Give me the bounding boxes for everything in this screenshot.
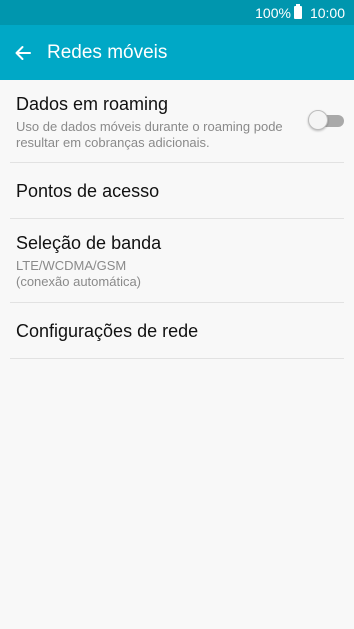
roaming-toggle[interactable]	[308, 110, 344, 132]
battery-percent: 100%	[255, 4, 291, 21]
settings-list: Dados em roaming Uso de dados móveis dur…	[0, 80, 354, 359]
band-selection-title: Seleção de banda	[16, 233, 162, 253]
band-connection: (conexão automática)	[16, 274, 142, 289]
band-selection-setting[interactable]: Seleção de banda LTE/WCDMA/GSM (conexão …	[10, 219, 344, 303]
network-config-title: Configurações de rede	[16, 320, 199, 341]
band-mode: LTE/WCDMA/GSM	[16, 258, 127, 273]
page-title: Redes móveis	[47, 41, 168, 63]
network-config-setting[interactable]: Configurações de rede	[10, 303, 344, 359]
roaming-title: Dados em roaming	[16, 94, 169, 114]
roaming-setting[interactable]: Dados em roaming Uso de dados móveis dur…	[10, 80, 344, 163]
clock: 10:00	[309, 4, 345, 21]
battery-icon	[293, 4, 302, 19]
app-bar: Redes móveis	[0, 25, 354, 80]
toggle-thumb	[308, 110, 328, 130]
status-bar: 100% 10:00	[0, 0, 354, 25]
back-button[interactable]	[0, 25, 46, 80]
access-points-title: Pontos de acesso	[16, 180, 160, 201]
band-selection-value: LTE/WCDMA/GSM (conexão automática)	[16, 258, 338, 290]
roaming-description: Uso de dados móveis durante o roaming po…	[16, 119, 283, 150]
access-points-setting[interactable]: Pontos de acesso	[10, 163, 344, 219]
arrow-left-icon	[15, 45, 31, 60]
